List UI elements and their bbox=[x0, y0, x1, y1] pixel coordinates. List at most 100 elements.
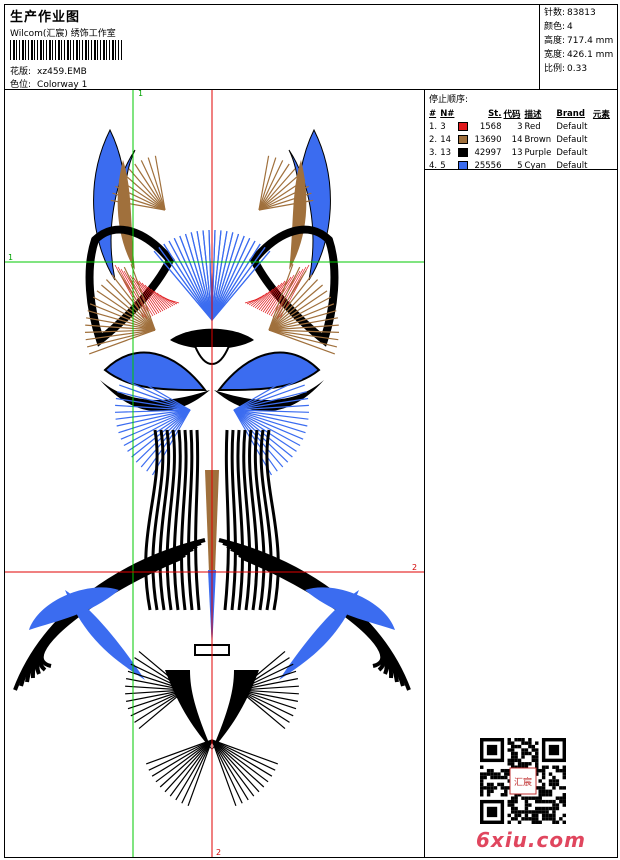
qr-module bbox=[541, 768, 546, 773]
qr-module bbox=[500, 782, 505, 787]
cell-n: 3 bbox=[440, 122, 446, 132]
blue-fan-left bbox=[211, 238, 251, 321]
cell-n: 14 bbox=[440, 135, 452, 145]
cell-code: 13 bbox=[511, 148, 523, 158]
cell-st: 42997 bbox=[474, 148, 502, 158]
qr-module bbox=[562, 775, 566, 780]
cell-elem bbox=[593, 134, 614, 147]
design-label: 花版: bbox=[10, 67, 32, 77]
qr-module bbox=[528, 796, 532, 800]
embroidery-design-canvas: 1 1 2 2 bbox=[5, 90, 424, 857]
qr-module bbox=[507, 758, 511, 763]
qr-module bbox=[562, 799, 566, 804]
qr-module bbox=[486, 786, 491, 790]
lower-blue-blade-outer-left bbox=[305, 587, 395, 630]
qr-module bbox=[545, 799, 549, 804]
qr-module bbox=[504, 786, 508, 790]
qr-module bbox=[480, 779, 484, 783]
qr-module bbox=[538, 793, 542, 797]
qr-module bbox=[521, 741, 525, 745]
red-horizontal-label: 2 bbox=[412, 563, 417, 572]
qr-module bbox=[524, 741, 529, 745]
stat-label: 宽度: bbox=[544, 50, 566, 60]
qr-module bbox=[562, 793, 566, 797]
qr-module bbox=[483, 786, 487, 790]
qr-module bbox=[510, 796, 515, 800]
blue-fan-right bbox=[163, 243, 213, 321]
qr-module bbox=[548, 806, 553, 811]
cell-brand: Default bbox=[556, 161, 588, 171]
qr-module bbox=[548, 782, 553, 787]
qr-module bbox=[555, 796, 560, 800]
bottom-spike-right bbox=[211, 739, 255, 797]
qr-module bbox=[548, 793, 553, 797]
qr-module bbox=[535, 755, 539, 759]
qr-module bbox=[541, 765, 546, 769]
brown-ray-left bbox=[123, 266, 156, 331]
color-swatch bbox=[458, 148, 469, 157]
cell-n: 5 bbox=[440, 161, 446, 171]
qr-module bbox=[552, 786, 556, 790]
qr-module bbox=[517, 810, 522, 814]
qr-module bbox=[490, 786, 494, 790]
qr-module bbox=[545, 810, 549, 814]
qr-module bbox=[531, 748, 536, 752]
qr-module bbox=[555, 820, 560, 824]
qr-module bbox=[524, 813, 529, 818]
qr-module bbox=[541, 786, 546, 790]
bottom-spike-right bbox=[211, 739, 265, 788]
qr-module bbox=[510, 751, 515, 756]
cell-code: 14 bbox=[511, 135, 523, 145]
column-stripe-right bbox=[236, 429, 244, 611]
qr-module bbox=[500, 793, 505, 797]
table-row: 3. 13 42997 13 Purple Default bbox=[429, 147, 614, 160]
cell-brand: Default bbox=[556, 122, 588, 132]
qr-module bbox=[514, 810, 518, 814]
cell-code: 3 bbox=[517, 122, 523, 132]
qr-module bbox=[559, 768, 563, 773]
red-stripe-right bbox=[244, 298, 259, 304]
qr-module bbox=[517, 738, 522, 742]
bottom-spike-left bbox=[155, 739, 213, 783]
qr-module bbox=[538, 768, 542, 773]
qr-module bbox=[521, 817, 525, 821]
cell-st: 1568 bbox=[479, 122, 502, 132]
qr-module bbox=[524, 762, 529, 766]
qr-module bbox=[562, 772, 566, 776]
stat-value: 4 bbox=[567, 22, 573, 32]
color-swatch-cell bbox=[458, 147, 471, 160]
green-vertical-label: 1 bbox=[138, 90, 143, 98]
cell-st: 13690 bbox=[474, 135, 502, 145]
green-horizontal-label: 1 bbox=[8, 253, 13, 262]
qr-finder bbox=[548, 744, 560, 756]
qr-module bbox=[514, 758, 518, 763]
qr-module bbox=[510, 758, 515, 763]
red-stripe-left bbox=[165, 298, 180, 304]
qr-module bbox=[538, 786, 542, 790]
qr-module bbox=[497, 782, 501, 787]
qr-module bbox=[538, 789, 542, 794]
red-vertical-label: 2 bbox=[216, 848, 221, 857]
qr-finder bbox=[486, 744, 498, 756]
qr-module bbox=[504, 789, 508, 794]
qr-module bbox=[493, 786, 498, 790]
qr-module bbox=[490, 782, 494, 787]
qr-module bbox=[541, 806, 546, 811]
brown-ray-right bbox=[268, 266, 301, 331]
qr-module bbox=[535, 751, 539, 756]
qr-module bbox=[531, 817, 536, 821]
blue-wing-left bbox=[103, 351, 208, 392]
stat-scale: 比例: 0.33 bbox=[544, 62, 618, 76]
side-column-divider bbox=[424, 170, 425, 858]
qr-module bbox=[528, 738, 532, 742]
stat-label: 比例: bbox=[544, 64, 566, 74]
qr-module bbox=[541, 793, 546, 797]
qr-module bbox=[493, 772, 498, 776]
qr-module bbox=[507, 799, 511, 804]
bottom-spike-right bbox=[211, 739, 269, 783]
colorway-row: 色位: Colorway 1 bbox=[10, 77, 87, 90]
qr-module bbox=[480, 786, 484, 790]
stat-value: 426.1 mm bbox=[567, 50, 614, 60]
qr-module bbox=[480, 789, 484, 794]
qr-module bbox=[486, 782, 491, 787]
